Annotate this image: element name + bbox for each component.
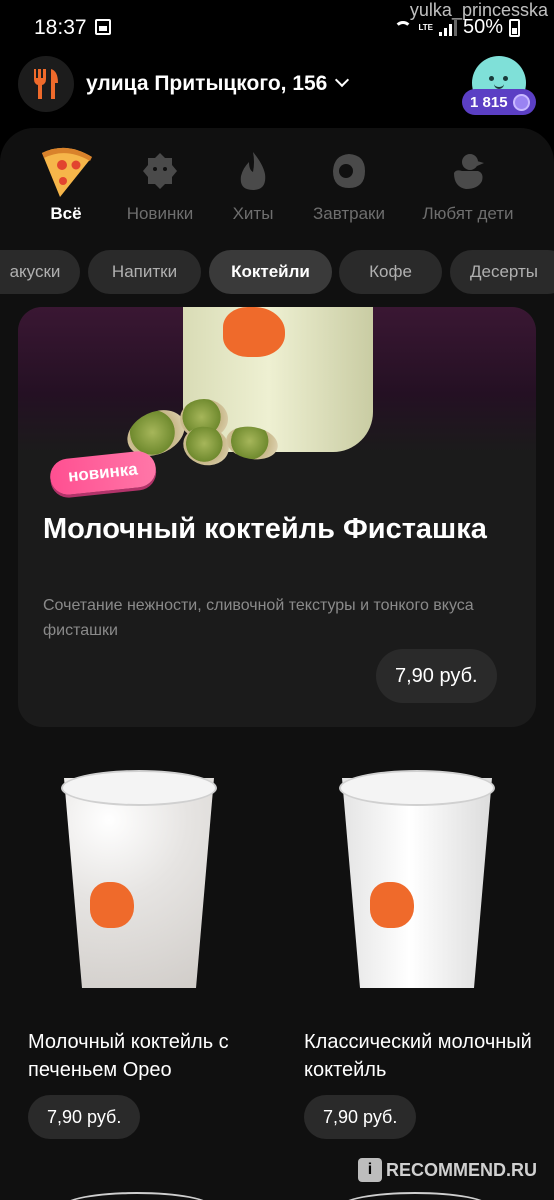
brand-mascot-icon (223, 307, 285, 357)
featured-title: Молочный коктейль Фисташка (43, 513, 487, 545)
address-text: улица Притыцкого, 156 (86, 72, 328, 95)
featured-price-button[interactable]: 7,90 руб. (376, 649, 497, 703)
product-price-button[interactable]: 7,90 руб. (304, 1095, 417, 1139)
category-hits[interactable]: Хиты (222, 142, 284, 224)
category-bar: Всё Новинки Хиты Завтраки Любят дети (0, 142, 554, 242)
chip-label: Напитки (111, 262, 178, 281)
category-label: Завтраки (312, 204, 385, 223)
chip-label: Десерты (470, 262, 539, 281)
category-label: Всё (50, 204, 82, 223)
oreo-shake-image (64, 778, 214, 988)
network-type: LTE (418, 22, 433, 32)
avatar-eye (503, 76, 508, 81)
chip-coffee[interactable]: Кофе (339, 250, 442, 294)
fire-icon (222, 142, 284, 200)
badge-icon (118, 142, 202, 200)
category-label: Новинки (126, 204, 194, 223)
avatar-eye (489, 76, 494, 81)
chip-cocktails[interactable]: Коктейли (209, 250, 332, 294)
app-header: улица Притыцкого, 156 1 815 (0, 56, 554, 128)
category-kids[interactable]: Любят дети (414, 142, 522, 224)
brand-mascot-icon (370, 882, 414, 928)
chip-label: Кофе (369, 262, 412, 281)
status-bar: 18:37 LTE 50% yulka_princesska (0, 0, 554, 56)
recommend-logo-icon: i (358, 1158, 382, 1182)
chip-label: Коктейли (231, 262, 310, 281)
duck-icon (414, 142, 522, 200)
chevron-down-icon (335, 72, 350, 88)
product-card-classic[interactable]: Классический молочный коктейль 7,90 руб. (304, 750, 554, 1150)
status-time: 18:37 (34, 16, 87, 39)
product-name: Молочный коктейль с печеньем Орео (28, 1031, 229, 1081)
classic-shake-image (342, 778, 492, 988)
new-badge: новинка (48, 449, 158, 497)
points-value: 1 815 (470, 93, 508, 111)
loyalty-points-badge[interactable]: 1 815 (462, 89, 536, 115)
chip-label: акуски (9, 262, 61, 281)
category-label: Хиты (232, 204, 274, 223)
product-card-oreo[interactable]: Молочный коктейль с печеньем Орео 7,90 р… (28, 750, 278, 1150)
product-price-button[interactable]: 7,90 руб. (28, 1095, 141, 1139)
category-breakfast[interactable]: Завтраки (306, 142, 392, 224)
category-all[interactable]: Всё (30, 142, 102, 224)
cup-lid (61, 770, 217, 806)
featured-product-card[interactable]: новинка Молочный коктейль Фисташка Сочет… (18, 307, 536, 727)
cup-lid (339, 770, 495, 806)
wifi-icon (394, 20, 413, 35)
egg-icon (306, 142, 392, 200)
battery-icon (509, 18, 520, 37)
chip-snacks[interactable]: акуски (0, 250, 80, 294)
watermark-text: RECOMMEND.RU (386, 1159, 537, 1180)
watermark-recommend: i RECOMMEND.RU (358, 1158, 537, 1182)
delivery-address-selector[interactable]: улица Притыцкого, 156 (86, 72, 350, 96)
pizza-icon (30, 142, 102, 200)
product-name: Классический молочный коктейль (304, 1031, 532, 1081)
chip-desserts[interactable]: Десерты (450, 250, 554, 294)
category-label: Любят дети (422, 204, 514, 223)
category-new[interactable]: Новинки (118, 142, 202, 224)
brand-mascot-icon (90, 882, 134, 928)
watermark-username: yulka_princesska (409, 0, 548, 20)
chip-drinks[interactable]: Напитки (88, 250, 201, 294)
restaurant-logo-icon[interactable] (18, 56, 74, 112)
subcategory-chips: акуски Напитки Коктейли Кофе Десерты (0, 250, 554, 296)
featured-description: Сочетание нежности, сливочной текстуры и… (43, 597, 474, 639)
signal-icon (438, 19, 457, 36)
coin-icon (512, 93, 530, 111)
gallery-notification-icon (95, 19, 111, 35)
